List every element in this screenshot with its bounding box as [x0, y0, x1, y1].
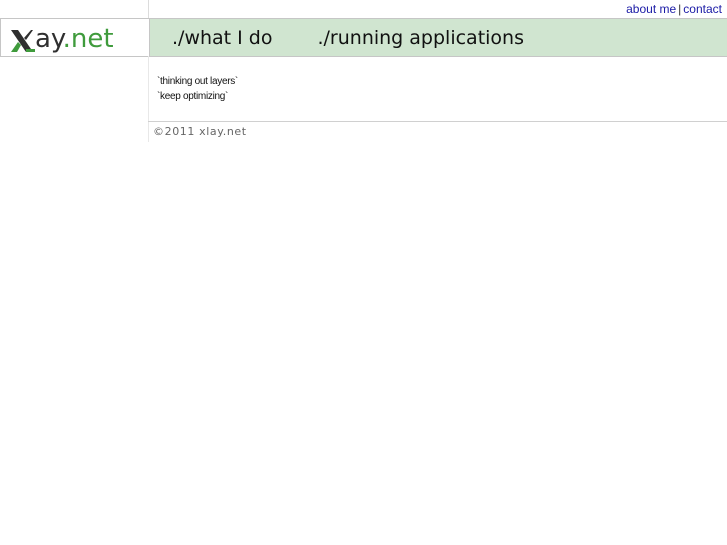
page: about me | contact ay.net ./what I do ./ru… — [0, 0, 727, 545]
logo-text: ay.net — [35, 24, 114, 54]
main-nav: ./what I do ./running applications — [172, 19, 524, 56]
footer-copyright: ©2011 xlay.net — [153, 125, 247, 138]
contact-link[interactable]: contact — [683, 2, 722, 16]
nav-running-applications[interactable]: ./running applications — [317, 27, 524, 49]
logo-x-mark-icon — [11, 30, 35, 52]
vertical-divider — [148, 0, 149, 18]
about-me-link[interactable]: about me — [626, 2, 676, 16]
tagline-1: `thinking out layers` — [157, 76, 238, 87]
logo-text-ay: ay — [35, 24, 63, 54]
taglines: `thinking out layers` `keep optimizing` — [157, 74, 238, 104]
header-band: ay.net ./what I do ./running application… — [0, 18, 727, 57]
top-links: about me | contact — [626, 2, 722, 16]
tagline-2: `keep optimizing` — [157, 91, 229, 102]
nav-what-i-do[interactable]: ./what I do — [172, 27, 272, 49]
logo-box: ay.net — [1, 19, 150, 56]
site-logo[interactable]: ay.net — [9, 21, 114, 54]
logo-text-net: .net — [62, 24, 114, 54]
content-left-border — [148, 56, 149, 142]
footer-divider — [148, 121, 727, 122]
